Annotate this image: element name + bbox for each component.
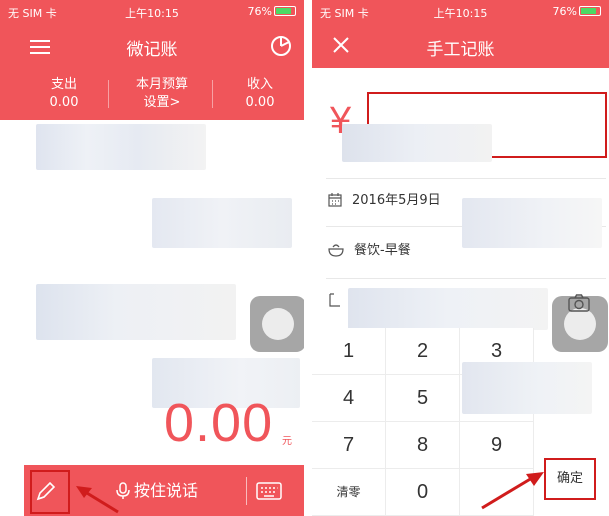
manual-entry-screen: 无 SIM 卡 上午10:15 76% 手工记账 ¥ 2016年5月9日 餐饮-… [312, 0, 609, 516]
battery-percent: 76% [247, 5, 272, 18]
battery-status: 76% [248, 5, 296, 18]
blurred-area [462, 198, 602, 248]
blurred-area [152, 198, 292, 248]
key-4[interactable]: 4 [312, 375, 386, 422]
page-title: 手工记账 [426, 40, 495, 60]
blurred-area [348, 288, 548, 330]
blurred-area [36, 284, 236, 340]
pie-chart-icon[interactable] [270, 35, 292, 57]
budget-label: 本月预算 [135, 77, 188, 92]
home-screen: 无 SIM 卡 上午10:15 76% 微记账 支出 0.00 本月预算 设置>… [0, 0, 304, 516]
category-row[interactable]: 餐饮-早餐 [328, 240, 411, 262]
key-0[interactable]: 0 [386, 469, 460, 516]
amount-unit: 元 [282, 436, 292, 447]
memo-icon [329, 293, 340, 307]
confirm-button[interactable]: 确定 [544, 458, 596, 500]
floating-assistant-button[interactable] [250, 296, 304, 352]
blurred-area [342, 124, 492, 162]
keyboard-icon[interactable] [256, 481, 282, 501]
battery-status: 76% [553, 5, 601, 18]
camera-icon[interactable] [568, 294, 590, 312]
screen-divider [304, 0, 312, 516]
budget-setting-link[interactable]: 设置> [112, 94, 212, 112]
battery-percent: 76% [552, 5, 577, 18]
budget-summary[interactable]: 本月预算 设置> [112, 76, 212, 112]
expense-label: 支出 [50, 77, 77, 92]
key-1[interactable]: 1 [312, 328, 386, 375]
income-label: 收入 [246, 77, 273, 92]
date-row[interactable]: 2016年5月9日 [328, 190, 441, 212]
expense-value: 0.00 [49, 95, 79, 110]
nav-bar: 微记账 [0, 24, 304, 68]
status-bar: 无 SIM 卡 上午10:15 76% [0, 0, 304, 24]
income-summary: 收入 0.00 [210, 76, 304, 112]
date-value: 2016年5月9日 [352, 193, 441, 208]
battery-icon [274, 6, 296, 16]
blurred-area [36, 124, 206, 170]
key-8[interactable]: 8 [386, 422, 460, 469]
key-9[interactable]: 9 [460, 422, 534, 469]
status-bar: 无 SIM 卡 上午10:15 76% [312, 0, 609, 24]
blurred-area [462, 362, 592, 414]
battery-icon [579, 6, 601, 16]
clear-key[interactable]: 清零 [312, 469, 386, 516]
key-7[interactable]: 7 [312, 422, 386, 469]
bowl-icon [328, 244, 344, 257]
pointer-arrow [481, 472, 544, 510]
key-5[interactable]: 5 [386, 375, 460, 422]
hold-to-talk-label: 按住说话 [134, 481, 199, 500]
month-summary: 支出 0.00 本月预算 设置> 收入 0.00 [0, 68, 304, 120]
amount-display: 0.00 [164, 393, 274, 453]
hold-to-talk-button[interactable]: 按住说话 [116, 479, 198, 503]
income-value: 0.00 [245, 95, 275, 110]
category-value: 餐饮-早餐 [354, 243, 411, 258]
key-2[interactable]: 2 [386, 328, 460, 375]
highlight-box-pencil [30, 470, 70, 514]
page-title: 微记账 [126, 40, 178, 60]
pointer-arrow [76, 486, 119, 514]
expense-summary: 支出 0.00 [14, 76, 114, 112]
nav-bar: 手工记账 [312, 24, 609, 68]
calendar-icon [328, 193, 342, 207]
